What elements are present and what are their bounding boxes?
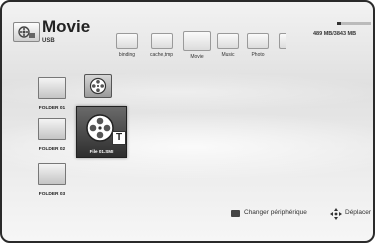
change-device-label[interactable]: Changer périphérique [244, 209, 307, 216]
folder-icon [38, 77, 66, 99]
strip-folder-movie[interactable]: Movie [183, 31, 211, 60]
folder-tile[interactable]: FOLDER 02 [38, 118, 66, 152]
folder-icon [217, 33, 239, 49]
media-browser-screen: Movie USB binding cache,tmp Movie Music … [0, 0, 375, 243]
film-reel-icon[interactable] [84, 74, 112, 98]
folder-icon [38, 118, 66, 140]
page-title: Movie [42, 17, 91, 36]
folder-tile[interactable]: FOLDER 01 [38, 77, 66, 111]
folder-icon [183, 31, 211, 51]
strip-folder-partial[interactable] [279, 33, 286, 49]
subtitle-badge: T [112, 131, 126, 145]
storage-text: 489 MB/3843 MB [313, 31, 357, 37]
usb-source-icon[interactable] [13, 22, 40, 42]
selected-file-tile[interactable]: T File 01.SMI [76, 106, 127, 158]
strip-folder-cache[interactable]: cache,tmp [150, 33, 173, 58]
folder-icon [116, 33, 138, 49]
strip-folder-label: cache,tmp [150, 52, 174, 58]
film-reel-icon [85, 113, 115, 148]
folder-icon [150, 33, 173, 49]
storage-usage-bar [337, 22, 371, 25]
folder-icon [247, 33, 269, 49]
move-label[interactable]: Déplacer [345, 209, 371, 216]
strip-folder-binding[interactable]: binding [116, 33, 138, 58]
folder-label: FOLDER 01 [38, 106, 66, 111]
strip-folder-label: Photo [251, 52, 265, 58]
storage-usage-fill [337, 22, 342, 25]
folder-icon [279, 33, 286, 49]
strip-folder-music[interactable]: Music [217, 33, 239, 58]
strip-folder-label: Music [221, 52, 235, 58]
move-arrows-icon [330, 207, 342, 225]
file-label: File 01.SMI [89, 149, 114, 154]
strip-folder-photo[interactable]: Photo [247, 33, 269, 58]
folder-tile[interactable]: FOLDER 03 [38, 163, 66, 197]
footer-key-button [231, 210, 240, 217]
folder-icon [38, 163, 66, 185]
device-name: USB [42, 38, 55, 44]
folder-label: FOLDER 03 [38, 192, 66, 197]
folder-label: FOLDER 02 [38, 147, 66, 152]
strip-folder-label: Movie [190, 54, 204, 60]
strip-folder-label: binding [118, 52, 136, 58]
